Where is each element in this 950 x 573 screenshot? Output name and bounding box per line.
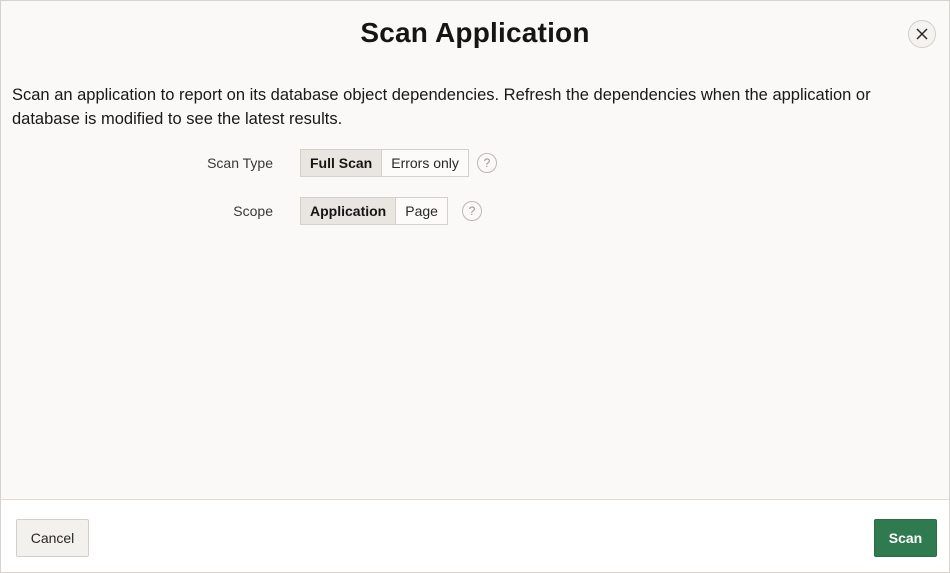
scope-label: Scope	[233, 203, 273, 219]
dialog-title: Scan Application	[360, 17, 590, 48]
scan-type-option-full-scan[interactable]: Full Scan	[300, 149, 383, 177]
scan-type-help-icon[interactable]: ?	[477, 153, 497, 173]
scan-button[interactable]: Scan	[874, 519, 937, 557]
scan-application-dialog: Scan Application Scan an application to …	[0, 0, 950, 573]
close-icon	[916, 28, 928, 40]
scope-option-page[interactable]: Page	[396, 197, 448, 225]
cancel-button[interactable]: Cancel	[16, 519, 89, 557]
dialog-footer: Cancel Scan	[1, 499, 949, 572]
scan-type-row: Scan Type Full Scan Errors only ?	[1, 149, 949, 177]
scope-row: Scope Application Page ?	[1, 197, 949, 225]
scope-toggle: Application Page	[300, 197, 448, 225]
scan-type-label: Scan Type	[207, 155, 273, 171]
scan-type-toggle: Full Scan Errors only	[300, 149, 469, 177]
dialog-header: Scan Application	[1, 1, 949, 69]
scope-help-icon[interactable]: ?	[462, 201, 482, 221]
dialog-body: Scan an application to report on its dat…	[1, 69, 949, 499]
dialog-description: Scan an application to report on its dat…	[12, 86, 871, 128]
close-button[interactable]	[908, 20, 936, 48]
scope-option-application[interactable]: Application	[300, 197, 397, 225]
scan-type-option-errors-only[interactable]: Errors only	[382, 149, 469, 177]
